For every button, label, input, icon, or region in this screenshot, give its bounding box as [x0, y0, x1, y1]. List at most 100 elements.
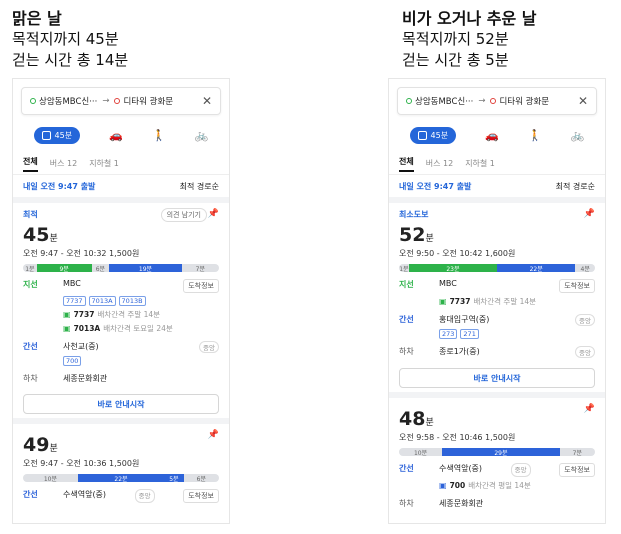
departure-time-selector[interactable]: 내일 오전 9:47 출발	[23, 181, 95, 192]
bus-number-chip[interactable]: 271	[460, 329, 479, 339]
arrival-info-button[interactable]: 도착정보	[559, 279, 595, 293]
departure-time-selector[interactable]: 내일 오전 9:47 출발	[399, 181, 471, 192]
route-progress-bar: 1분 23분 22분 4분	[399, 264, 595, 272]
route-segment: 10분	[399, 448, 443, 456]
route-segment: 23분	[408, 264, 497, 272]
caption-line2: 걷는 시간 총 5분	[402, 51, 509, 69]
route-step: 간선 사천교(중) 중앙 700	[23, 341, 219, 366]
arrival-info-button[interactable]: 도착정보	[559, 463, 595, 477]
route-step: 간선 수색역앞(중) 중앙 도착정보 ▣ 700 배차간격 평일 14분	[399, 463, 595, 491]
feedback-button[interactable]: 의견 남기기	[160, 208, 207, 222]
route-segment: 4분	[575, 264, 595, 272]
tab-0[interactable]: 전체	[399, 156, 414, 172]
pin-icon[interactable]: 📌	[208, 430, 219, 440]
destination-dot-icon	[114, 98, 121, 104]
origin-dot-icon	[406, 98, 412, 104]
step-stop: 세종문화회관	[63, 373, 219, 384]
tab-1[interactable]: 버스 12	[50, 158, 77, 169]
stop-name: 홍대입구역(중)	[439, 315, 490, 324]
bus-icon: ▣	[439, 297, 447, 306]
route-duration: 45분	[23, 224, 219, 246]
bicycle-icon[interactable]: 🚲	[571, 129, 585, 142]
bus-icon: ▣	[439, 481, 447, 490]
tab-2[interactable]: 지하철 1	[89, 158, 119, 169]
route-segment: 29분	[442, 448, 560, 456]
route-segment: 6분	[183, 474, 219, 482]
route-duration: 48분	[399, 408, 595, 430]
route-tabs: 전체 버스 12 지하철 1	[389, 153, 605, 175]
tab-1[interactable]: 버스 12	[426, 158, 453, 169]
bus-number-chip[interactable]: 7013B	[118, 296, 146, 306]
caption-title: 맑은 날	[12, 9, 62, 28]
step-body: MBC 도착정보 7737 7013A 7013B ▣ 7737 배차간격 주말 14분 ▣ 70…	[63, 279, 219, 334]
tab-0[interactable]: 전체	[23, 156, 38, 172]
route-card[interactable]: 📌 49분 오전 9:47 - 오전 10:36 1,500원 10분 22분 5분 6분 간…	[13, 424, 229, 507]
bus-number-chip[interactable]: 7013A	[88, 296, 116, 306]
tab-2[interactable]: 지하철 1	[465, 158, 495, 169]
route-step: 지선 MBC 도착정보 ▣ 7737 배차간격 주말 14분	[399, 279, 595, 307]
car-icon[interactable]: 🚗	[109, 129, 123, 142]
route-time-fare: 오전 9:47 - 오전 10:36 1,500원	[23, 459, 140, 468]
route-search-bar[interactable]: 상암동MBC신··· → 디타워 광화문 ✕	[397, 87, 597, 115]
arrival-info-button[interactable]: 도착정보	[183, 489, 219, 503]
step-body: 세종문화회관	[63, 373, 219, 384]
sort-selector[interactable]: 최적 경로순	[556, 181, 595, 192]
route-segment: 1분	[399, 264, 409, 272]
mode-transit-button[interactable]: 45분	[33, 126, 81, 144]
phone-screen-rainy: 상암동MBC신··· → 디타워 광화문 ✕ 45분 🚗 🚶 🚲 전체 버스 12 지하철 1 내일 …	[388, 78, 606, 524]
phone-screen-sunny: 상암동MBC신··· → 디타워 광화문 ✕ 45분 🚗 🚶 🚲 전체 버스 12 지하철 1 내일 …	[12, 78, 230, 524]
bus-number-chip[interactable]: 273	[439, 329, 458, 339]
route-segment: 22분	[77, 474, 165, 482]
route-step: 하차 세종문화회관	[399, 498, 595, 509]
bus-chips: 273 271	[439, 329, 595, 339]
destination-text[interactable]: 디타워 광화문	[123, 95, 173, 107]
pin-icon[interactable]: 📌	[584, 404, 595, 414]
destination-dot-icon	[490, 98, 497, 104]
route-card[interactable]: 최소도보 📌 52분 오전 9:50 - 오전 10:42 1,600원 1분 23분 22…	[389, 203, 605, 362]
route-segment: 19분	[109, 264, 182, 272]
stop-badge: 중앙	[510, 463, 531, 477]
route-segment: 7분	[181, 264, 219, 272]
route-card[interactable]: 최적 의견 남기기 📌 45분 오전 9:47 - 오전 10:32 1,500원 1분 9…	[13, 203, 229, 388]
bus-number-chip[interactable]: 7737	[63, 296, 86, 306]
pin-icon[interactable]: 📌	[584, 209, 595, 219]
walk-icon[interactable]: 🚶	[152, 129, 166, 142]
arrival-info-button[interactable]: 도착정보	[183, 279, 219, 293]
close-icon[interactable]: ✕	[578, 94, 588, 108]
step-type: 하차	[399, 347, 414, 356]
stop-badge: 중앙	[134, 489, 155, 503]
arrow-right-icon: →	[478, 96, 486, 106]
bus-interval: 배차간격 평일 14분	[468, 481, 531, 490]
duration-unit: 분	[425, 418, 434, 428]
start-navigation-button[interactable]: 바로 안내시작	[399, 368, 595, 388]
step-stop: 종로1가(중) 중앙	[439, 346, 595, 358]
route-segment: 6분	[91, 264, 110, 272]
sort-selector[interactable]: 최적 경로순	[180, 181, 219, 192]
bus-schedule: ▣ 7737 배차간격 주말 14분	[63, 309, 219, 320]
bicycle-icon[interactable]: 🚲	[195, 129, 209, 142]
step-body: 종로1가(중) 중앙	[439, 346, 595, 358]
start-navigation-button[interactable]: 바로 안내시작	[23, 394, 219, 414]
mode-transit-button[interactable]: 45분	[409, 126, 457, 144]
bus-schedule: ▣ 7013A 배차간격 토요일 24분	[63, 323, 219, 334]
pin-icon[interactable]: 📌	[208, 209, 219, 219]
step-type: 하차	[23, 374, 38, 383]
bus-chips: 700	[63, 356, 219, 366]
route-card[interactable]: 📌 48분 오전 9:58 - 오전 10:46 1,500원 10분 29분 7분 간선 수…	[389, 398, 605, 513]
route-progress-bar: 10분 29분 7분	[399, 448, 595, 456]
mode-transit-label: 45분	[430, 130, 449, 140]
route-tag: 최소도보	[399, 210, 429, 219]
route-search-bar[interactable]: 상암동MBC신··· → 디타워 광화문 ✕	[21, 87, 221, 115]
car-icon[interactable]: 🚗	[485, 129, 499, 142]
step-body: 사천교(중) 중앙 700	[63, 341, 219, 366]
step-stop: MBC 도착정보	[63, 279, 219, 293]
route-progress-bar: 10분 22분 5분 6분	[23, 474, 219, 482]
walk-icon[interactable]: 🚶	[528, 129, 542, 142]
origin-text[interactable]: 상암동MBC신···	[415, 95, 473, 107]
bus-number-chip[interactable]: 700	[63, 356, 82, 366]
origin-text[interactable]: 상암동MBC신···	[39, 95, 97, 107]
destination-text[interactable]: 디타워 광화문	[499, 95, 549, 107]
close-icon[interactable]: ✕	[202, 94, 212, 108]
route-duration: 49분	[23, 434, 219, 456]
stop-name: 사천교(중)	[63, 342, 99, 351]
